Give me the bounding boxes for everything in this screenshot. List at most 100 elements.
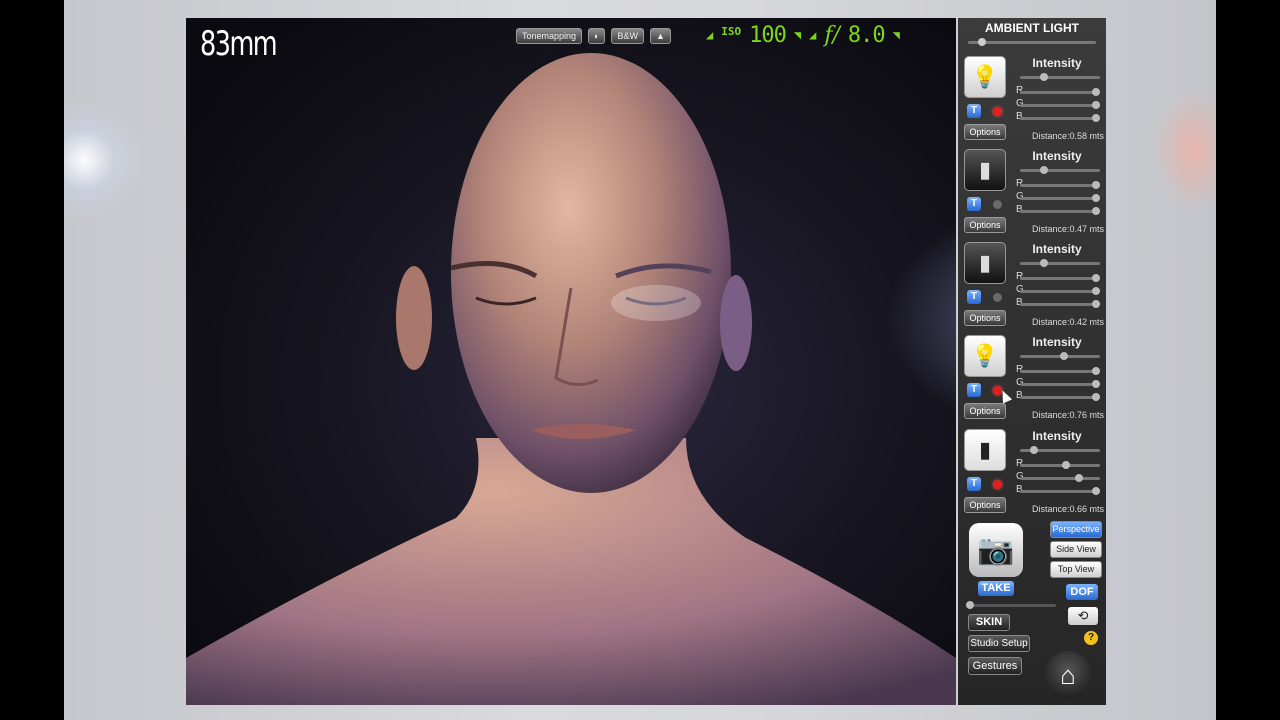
ambient-light-title: AMBIENT LIGHT [985,21,1079,35]
red-slider[interactable] [1020,461,1100,469]
green-knob[interactable] [1075,474,1083,482]
blue-slider[interactable] [1020,393,1100,401]
softbox-icon: ▮ [978,250,992,275]
blue-knob[interactable] [1092,300,1100,308]
red-knob[interactable] [1092,367,1100,375]
light-target-button[interactable]: T [967,477,981,491]
take-button[interactable]: TAKE [978,581,1014,596]
intensity-slider[interactable] [1020,166,1100,174]
intensity-slider[interactable] [1020,73,1100,81]
ambient-light-knob[interactable] [978,38,986,46]
camera-icon: 📷 [977,533,1015,567]
dof-button[interactable]: DOF [1066,584,1098,600]
light-options-button[interactable]: Options [964,497,1006,513]
blue-slider[interactable] [1020,300,1100,308]
perspective-view-button[interactable]: Perspective [1050,521,1102,538]
light-target-button[interactable]: T [967,290,981,304]
light-control-2: ▮TOptionsIntensityRGBDistance:0.47 mts [958,149,1106,242]
red-knob[interactable] [1092,181,1100,189]
light-type-button[interactable]: 💡 [964,56,1006,98]
iso-increase-icon[interactable]: ◥ [794,28,801,42]
bw-button[interactable]: B&W [611,28,644,44]
mountain-icon: ▲ [656,31,665,41]
green-knob[interactable] [1092,287,1100,295]
light-control-3: ▮TOptionsIntensityRGBDistance:0.42 mts [958,242,1106,335]
distance-readout: Distance:0.42 mts [1032,317,1105,327]
blue-knob[interactable] [1092,487,1100,495]
light-type-button[interactable]: ▮ [964,242,1006,284]
light-options-button[interactable]: Options [964,217,1006,233]
intensity-knob[interactable] [1040,73,1048,81]
light-target-button[interactable]: T [967,383,981,397]
intensity-slider[interactable] [1020,446,1100,454]
green-slider[interactable] [1020,380,1100,388]
intensity-label: Intensity [1032,242,1082,256]
green-knob[interactable] [1092,101,1100,109]
intensity-knob[interactable] [1040,259,1048,267]
intensity-slider[interactable] [1020,352,1100,360]
green-knob[interactable] [1092,194,1100,202]
skin-button[interactable]: SKIN [968,614,1010,631]
distance-readout: Distance:0.47 mts [1032,224,1105,234]
softbox-icon: ▮ [978,437,992,462]
intensity-knob[interactable] [1040,166,1048,174]
red-knob[interactable] [1092,88,1100,96]
red-slider[interactable] [1020,274,1100,282]
aperture-icon: ◐ [594,31,600,41]
zoom-slider[interactable] [966,601,1056,609]
side-view-button[interactable]: Side View [1050,541,1102,558]
intensity-slider[interactable] [1020,259,1100,267]
blue-knob[interactable] [1092,207,1100,215]
red-knob[interactable] [1062,461,1070,469]
render-viewport[interactable]: 83mm Tonemapping ◐ B&W ▲ ◢ ISO 100 ◥ ◢ f… [186,18,956,705]
home-button[interactable]: ⌂ [1044,651,1092,699]
light-type-button[interactable]: 💡 [964,335,1006,377]
light-target-button[interactable]: T [967,197,981,211]
red-knob[interactable] [1092,274,1100,282]
green-slider[interactable] [1020,474,1100,482]
green-slider[interactable] [1020,101,1100,109]
studio-setup-button[interactable]: Studio Setup [968,635,1030,652]
blue-knob[interactable] [1092,114,1100,122]
iso-decrease-icon[interactable]: ◢ [706,28,713,42]
red-slider[interactable] [1020,367,1100,375]
intensity-knob[interactable] [1060,352,1068,360]
light-toggle[interactable] [993,200,1002,209]
red-slider[interactable] [1020,181,1100,189]
take-photo-button[interactable]: 📷 [969,523,1023,577]
tonemapping-button[interactable]: Tonemapping [516,28,583,44]
blue-slider[interactable] [1020,207,1100,215]
light-toggle[interactable] [993,293,1002,302]
reset-button[interactable]: ⟲ [1068,607,1098,625]
bulb-icon: 💡 [971,343,999,368]
blue-slider[interactable] [1020,487,1100,495]
top-view-button[interactable]: Top View [1050,561,1102,578]
exposure-button[interactable]: ◐ [588,28,606,44]
gestures-button[interactable]: Gestures [968,657,1022,675]
light-type-button[interactable]: ▮ [964,429,1006,471]
light-toggle[interactable] [993,107,1002,116]
blue-slider[interactable] [1020,114,1100,122]
green-slider[interactable] [1020,194,1100,202]
zoom-knob[interactable] [966,601,974,609]
home-icon: ⌂ [1060,659,1076,690]
light-options-button[interactable]: Options [964,403,1006,419]
green-slider[interactable] [1020,287,1100,295]
landscape-button[interactable]: ▲ [650,28,671,44]
light-options-button[interactable]: Options [964,124,1006,140]
fstop-increase-icon[interactable]: ◥ [893,28,900,42]
blue-knob[interactable] [1092,393,1100,401]
red-slider[interactable] [1020,88,1100,96]
light-toggle[interactable] [993,480,1002,489]
light-target-button[interactable]: T [967,104,981,118]
iso-value: 100 [749,22,787,48]
fstop-label: f/ [824,22,840,48]
green-knob[interactable] [1092,380,1100,388]
intensity-knob[interactable] [1030,446,1038,454]
fstop-value: 8.0 [847,22,886,48]
ambient-light-slider[interactable] [968,41,1096,44]
light-type-button[interactable]: ▮ [964,149,1006,191]
fstop-decrease-icon[interactable]: ◢ [809,28,816,42]
light-options-button[interactable]: Options [964,310,1006,326]
help-button[interactable]: ? [1084,631,1098,645]
